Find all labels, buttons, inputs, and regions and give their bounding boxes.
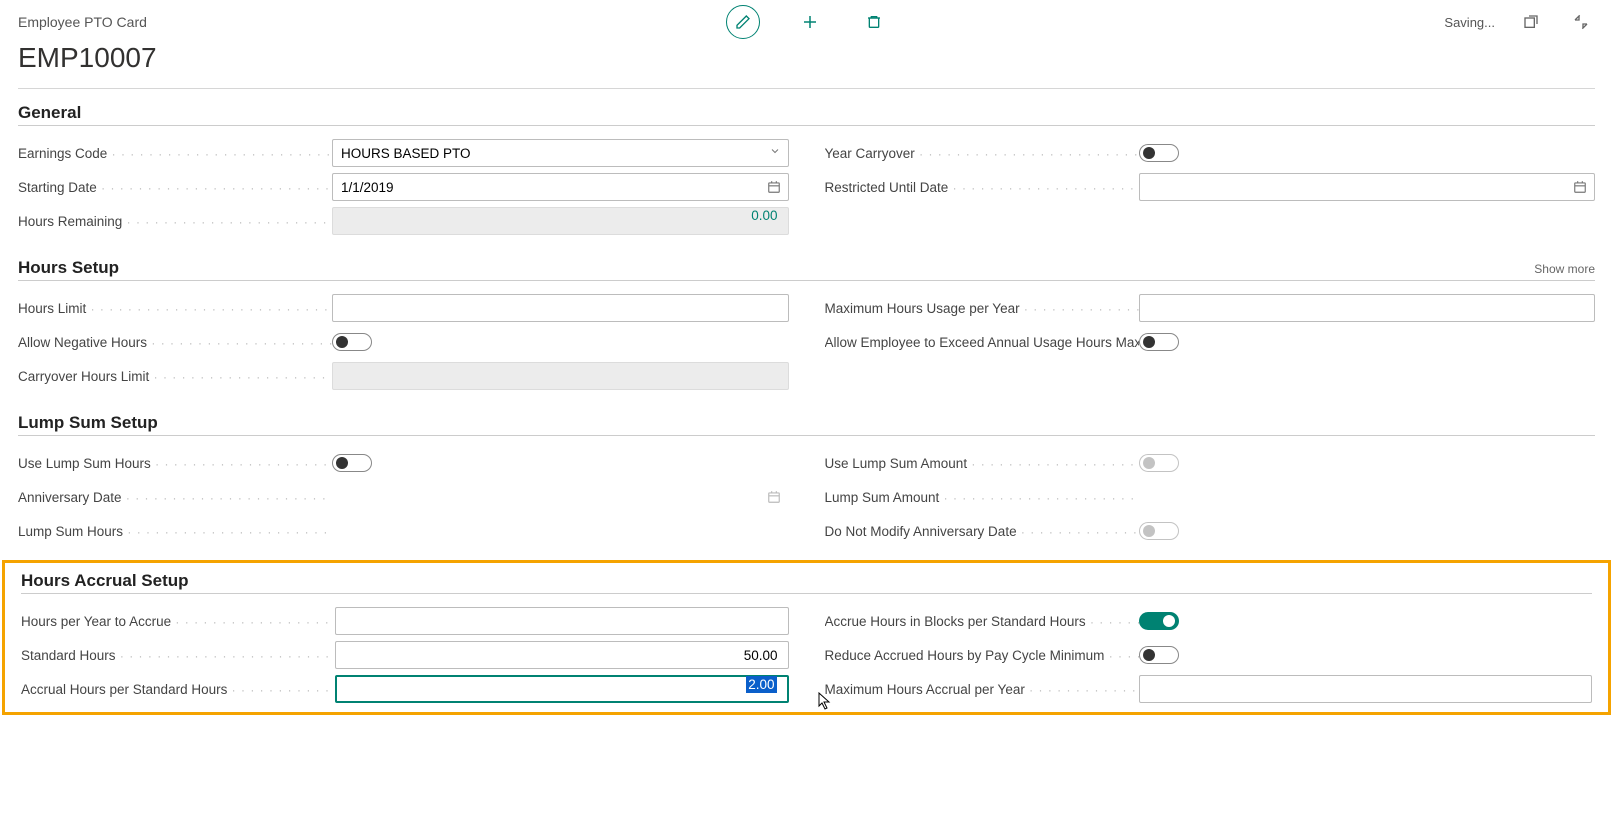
label-ls-hours: Lump Sum Hours	[18, 524, 332, 539]
label-hours-remaining: Hours Remaining	[18, 214, 332, 229]
anniversary-input[interactable]	[332, 483, 789, 511]
label-use-ls-amount: Use Lump Sum Amount	[825, 456, 1139, 471]
label-reduce: Reduce Accrued Hours by Pay Cycle Minimu…	[825, 648, 1139, 663]
max-usage-input[interactable]	[1139, 294, 1596, 322]
new-button[interactable]	[796, 8, 824, 36]
highlight-accrual-setup: Hours Accrual Setup Hours per Year to Ac…	[2, 560, 1611, 715]
use-ls-amount-toggle[interactable]	[1139, 454, 1179, 472]
section-hours-setup: Hours Setup Show more Hours Limit Allow …	[0, 244, 1613, 399]
label-allow-negative: Allow Negative Hours	[18, 335, 332, 350]
label-max-accr: Maximum Hours Accrual per Year	[825, 682, 1139, 697]
label-restricted-until: Restricted Until Date	[825, 180, 1139, 195]
ls-amount-input[interactable]	[1139, 483, 1596, 511]
label-hours-limit: Hours Limit	[18, 301, 332, 316]
label-hpy: Hours per Year to Accrue	[21, 614, 335, 629]
accr-blocks-toggle[interactable]	[1139, 612, 1179, 630]
allow-negative-toggle[interactable]	[332, 333, 372, 351]
section-title-accrual: Hours Accrual Setup	[21, 571, 189, 591]
max-accr-input[interactable]	[1139, 675, 1593, 703]
label-std-hours: Standard Hours	[21, 648, 335, 663]
label-accr-per-std: Accrual Hours per Standard Hours	[21, 682, 335, 697]
label-accr-blocks: Accrue Hours in Blocks per Standard Hour…	[825, 614, 1139, 629]
no-modify-anniv-toggle[interactable]	[1139, 522, 1179, 540]
plus-icon	[801, 13, 819, 31]
std-hours-input[interactable]	[335, 641, 789, 669]
section-title-lump-sum: Lump Sum Setup	[18, 413, 158, 433]
label-use-ls-hours: Use Lump Sum Hours	[18, 456, 332, 471]
accr-per-std-input[interactable]: 2.00	[335, 675, 789, 703]
label-no-modify-anniv: Do Not Modify Anniversary Date	[825, 524, 1139, 539]
section-lump-sum: Lump Sum Setup Use Lump Sum Hours Annive…	[0, 399, 1613, 554]
show-more-link[interactable]: Show more	[1534, 262, 1595, 276]
page-type-label: Employee PTO Card	[18, 14, 147, 30]
label-anniversary: Anniversary Date	[18, 490, 332, 505]
year-carryover-toggle[interactable]	[1139, 144, 1179, 162]
hpy-input[interactable]	[335, 607, 789, 635]
page-title: EMP10007	[0, 36, 1613, 88]
popout-button[interactable]	[1517, 8, 1545, 36]
carryover-limit-value	[332, 362, 789, 390]
delete-button[interactable]	[860, 8, 888, 36]
label-earnings-code: Earnings Code	[18, 146, 332, 161]
collapse-icon	[1573, 14, 1589, 30]
trash-icon	[866, 14, 882, 30]
section-title-hours-setup: Hours Setup	[18, 258, 119, 278]
label-allow-exceed: Allow Employee to Exceed Annual Usage Ho…	[825, 335, 1139, 350]
popout-icon	[1523, 14, 1539, 30]
pencil-icon	[735, 14, 751, 30]
section-title-general: General	[18, 103, 81, 123]
label-carryover-limit: Carryover Hours Limit	[18, 369, 332, 384]
reduce-toggle[interactable]	[1139, 646, 1179, 664]
ls-hours-input[interactable]	[332, 517, 789, 545]
section-general: General Earnings Code Starting Date	[0, 89, 1613, 244]
label-starting-date: Starting Date	[18, 180, 332, 195]
hours-remaining-value: 0.00	[332, 207, 789, 235]
accr-per-std-value: 2.00	[746, 676, 776, 693]
edit-button[interactable]	[726, 5, 760, 39]
hours-limit-input[interactable]	[332, 294, 789, 322]
earnings-code-select[interactable]	[332, 139, 789, 167]
allow-exceed-toggle[interactable]	[1139, 333, 1179, 351]
use-ls-hours-toggle[interactable]	[332, 454, 372, 472]
label-max-usage: Maximum Hours Usage per Year	[825, 301, 1139, 316]
label-year-carryover: Year Carryover	[825, 146, 1139, 161]
starting-date-input[interactable]	[332, 173, 789, 201]
restricted-until-input[interactable]	[1139, 173, 1596, 201]
label-ls-amount: Lump Sum Amount	[825, 490, 1139, 505]
save-status: Saving...	[1444, 15, 1495, 30]
collapse-button[interactable]	[1567, 8, 1595, 36]
